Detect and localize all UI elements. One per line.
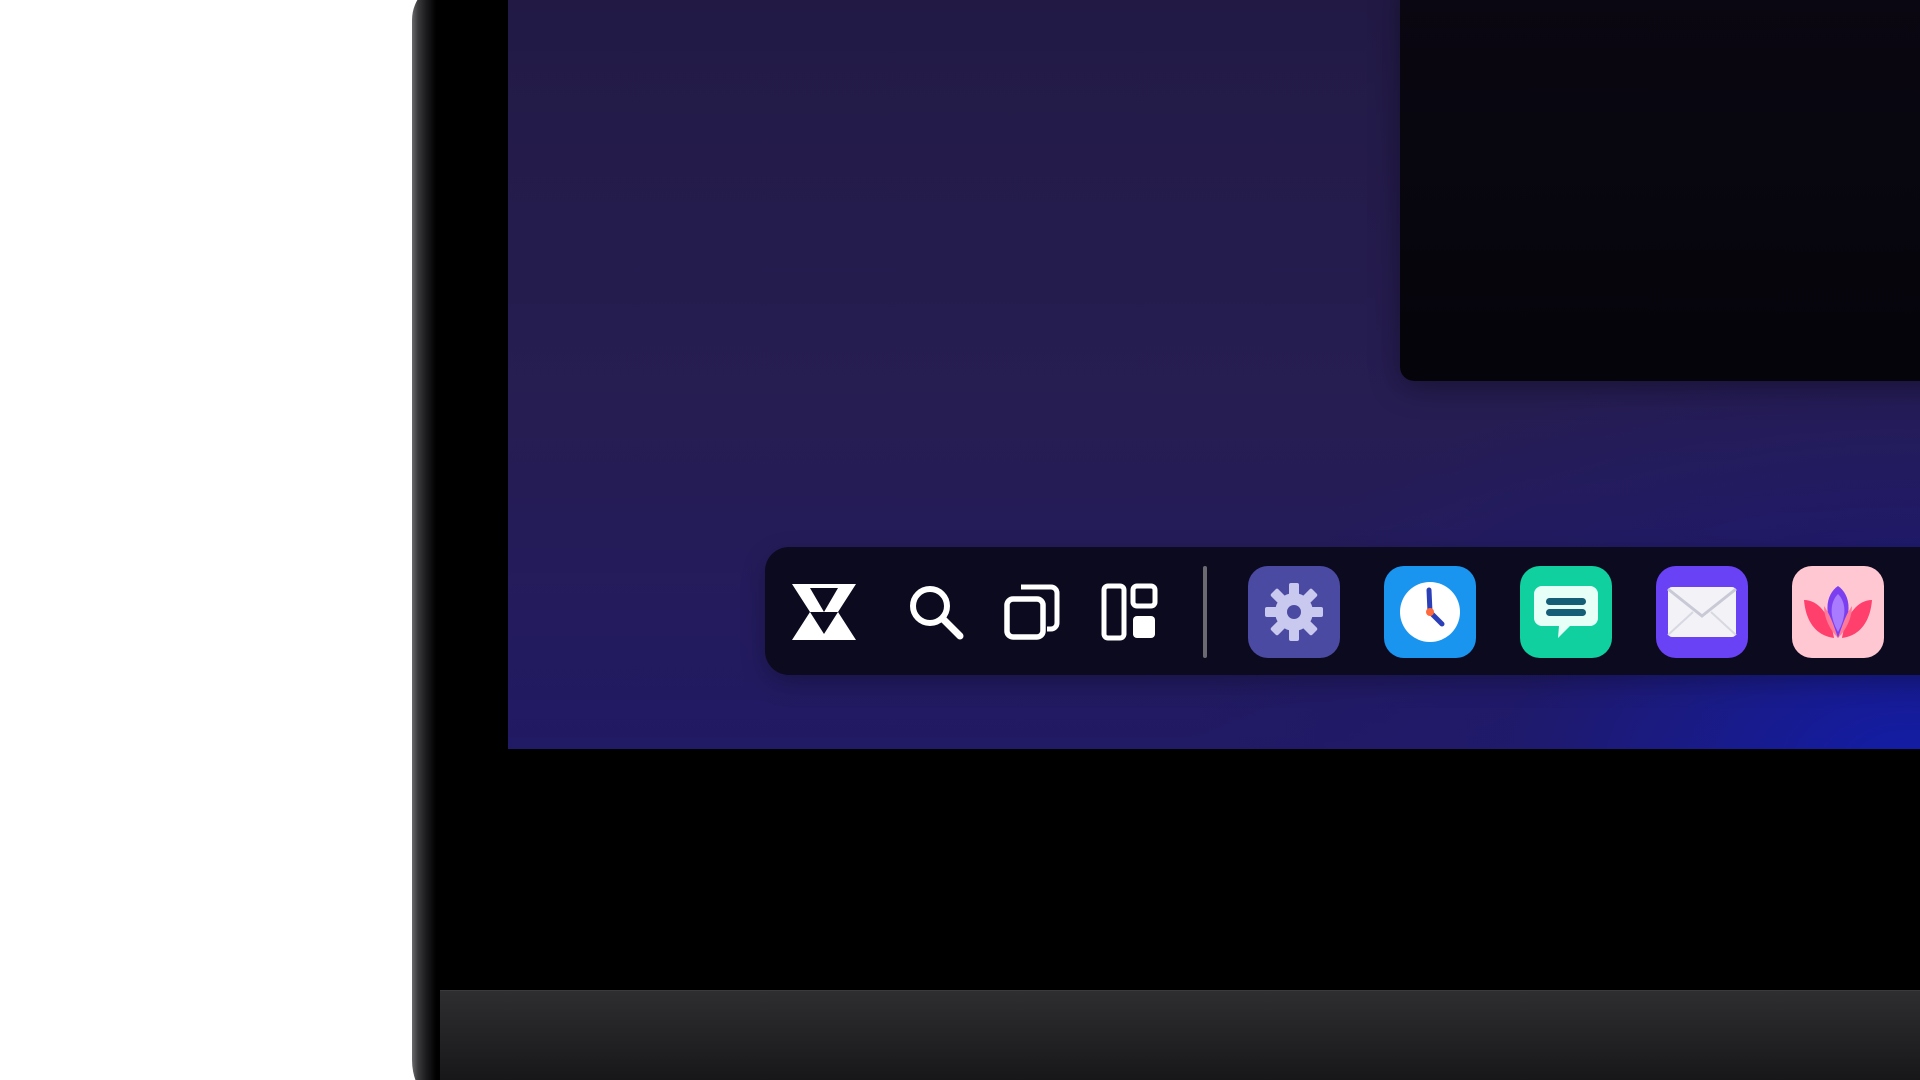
mail-app-icon[interactable]	[1656, 566, 1748, 658]
clock-app-icon[interactable]	[1384, 566, 1476, 658]
search-button[interactable]	[896, 572, 976, 652]
overlapping-windows-icon	[1004, 584, 1060, 640]
tiled-layout-icon	[1101, 583, 1158, 641]
envelope-icon	[1667, 587, 1737, 637]
gear-icon	[1265, 583, 1323, 641]
settings-app-icon[interactable]	[1248, 566, 1340, 658]
launcher-button[interactable]	[784, 572, 864, 652]
desktop-stage	[0, 0, 1920, 1080]
window-switcher-button[interactable]	[992, 572, 1072, 652]
app-window[interactable]	[1400, 0, 1920, 381]
laptop-base	[440, 990, 1920, 1080]
messages-app-icon[interactable]	[1520, 566, 1612, 658]
launcher-logo-icon	[792, 584, 856, 640]
clock-icon	[1400, 582, 1460, 642]
search-icon	[910, 586, 964, 640]
layouts-button[interactable]	[1090, 572, 1170, 652]
lotus-icon	[1804, 586, 1872, 638]
chat-bubble-icon	[1534, 586, 1598, 638]
dock-divider	[1203, 566, 1207, 658]
flower-app-icon[interactable]	[1792, 566, 1884, 658]
